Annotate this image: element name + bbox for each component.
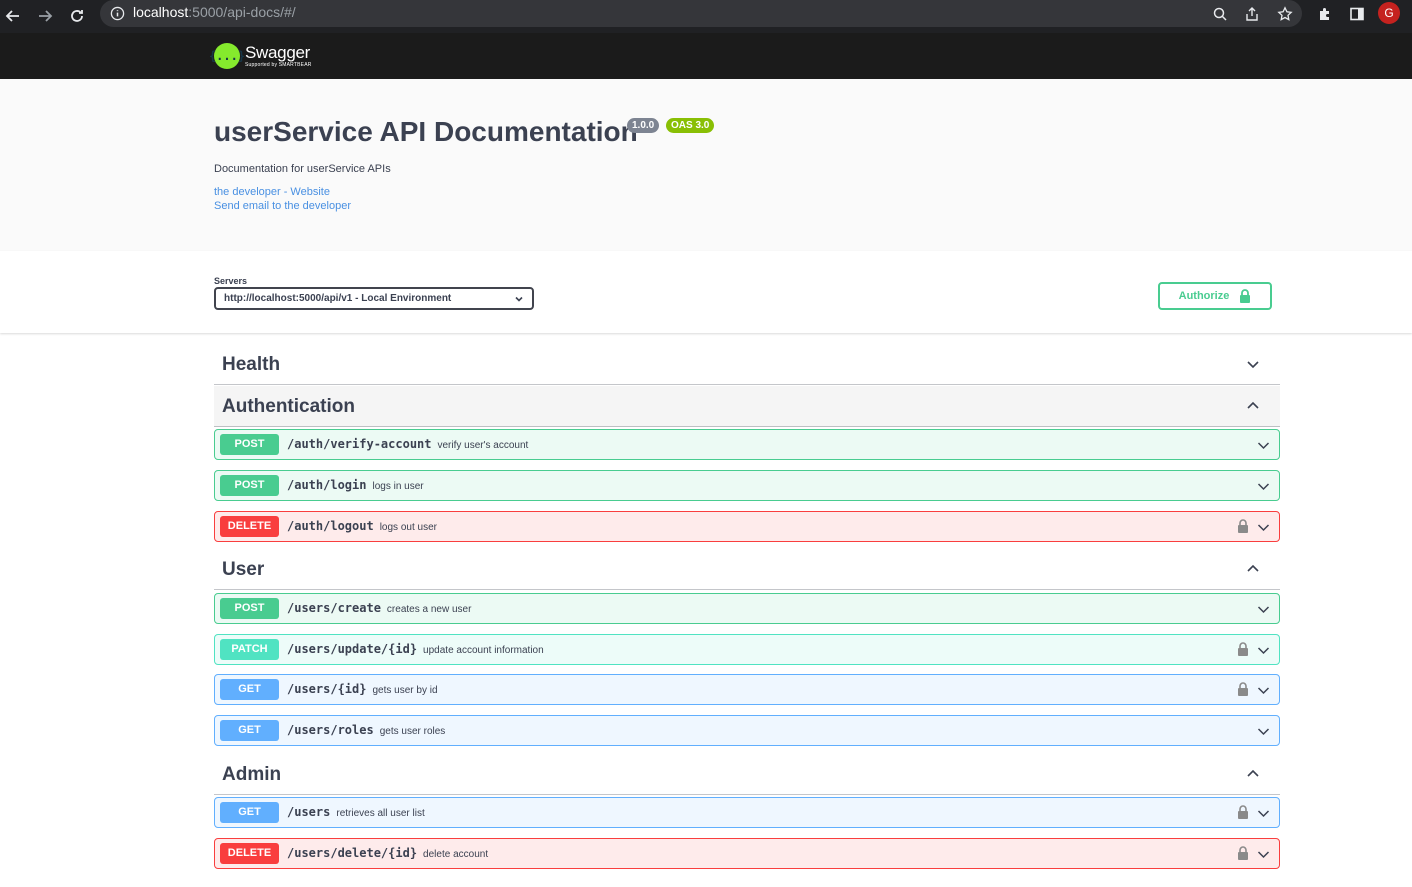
- logo-title: Swagger: [245, 43, 310, 62]
- operation-post-users-create[interactable]: POST /users/create creates a new user: [214, 593, 1280, 624]
- method-badge: DELETE: [220, 516, 279, 537]
- developer-email-link[interactable]: Send email to the developer: [214, 200, 351, 212]
- lock-icon[interactable]: [1237, 846, 1249, 860]
- operation-delete-users-delete[interactable]: DELETE /users/delete/{id} delete account: [214, 838, 1280, 869]
- swagger-logo-icon: {...}: [209, 43, 245, 69]
- operation-path: /auth/verify-account: [287, 437, 432, 451]
- method-badge: POST: [220, 475, 279, 496]
- operation-path: /users: [287, 805, 331, 819]
- chevron-down-icon[interactable]: [1257, 603, 1270, 616]
- operation-path: /users/create: [287, 601, 381, 615]
- chevron-down-icon[interactable]: [1257, 644, 1270, 657]
- operation-path: /auth/logout: [287, 519, 374, 533]
- share-icon[interactable]: [1242, 4, 1261, 23]
- chevron-up-icon[interactable]: [1246, 399, 1260, 413]
- lock-icon[interactable]: [1237, 642, 1249, 656]
- swagger-topbar: {...} Swagger Supported by SMARTBEAR: [0, 33, 1412, 79]
- operation-summary: logs in user: [372, 481, 424, 492]
- operation-path: /users/roles: [287, 723, 374, 737]
- operation-summary: gets user by id: [372, 685, 438, 696]
- oas-badge: OAS 3.0: [666, 118, 715, 133]
- servers-select[interactable]: http://localhost:5000/api/v1 - Local Env…: [214, 287, 534, 310]
- operation-get-users-id[interactable]: GET /users/{id} gets user by id: [214, 674, 1280, 705]
- tag-name: User: [222, 559, 265, 580]
- operation-summary: delete account: [423, 849, 489, 860]
- site-info-icon[interactable]: [110, 6, 125, 21]
- operation-summary: update account information: [423, 645, 544, 656]
- logo-subtitle: Supported by SMARTBEAR: [245, 62, 312, 68]
- operation-path: /users/delete/{id}: [287, 846, 418, 860]
- unlock-icon: [1240, 289, 1251, 303]
- tag-name: Health: [222, 354, 281, 375]
- method-badge: GET: [220, 720, 279, 741]
- tag-admin[interactable]: Admin: [214, 754, 1280, 795]
- chevron-down-icon: [515, 296, 523, 302]
- method-badge: DELETE: [220, 843, 279, 864]
- lock-icon[interactable]: [1237, 682, 1249, 696]
- chevron-down-icon[interactable]: [1257, 807, 1270, 820]
- zoom-icon[interactable]: [1210, 4, 1229, 23]
- tag-authentication[interactable]: Authentication: [214, 386, 1280, 427]
- browser-toolbar: localhost:5000/api-docs/#/ G: [0, 0, 1412, 33]
- lock-icon[interactable]: [1237, 805, 1249, 819]
- url-text[interactable]: localhost:5000/api-docs/#/: [133, 4, 296, 20]
- chevron-up-icon[interactable]: [1246, 767, 1260, 781]
- chevron-down-icon[interactable]: [1257, 684, 1270, 697]
- swagger-logo[interactable]: {...} Swagger Supported by SMARTBEAR: [209, 41, 312, 71]
- chevron-down-icon[interactable]: [1257, 725, 1270, 738]
- address-bar[interactable]: localhost:5000/api-docs/#/: [100, 0, 1302, 27]
- url-host: localhost: [133, 4, 189, 20]
- page-title: userService API Documentation: [214, 116, 638, 147]
- operation-post-auth-verify-account[interactable]: POST /auth/verify-account verify user's a…: [214, 429, 1280, 460]
- authorize-button[interactable]: Authorize: [1158, 282, 1272, 310]
- api-description: Documentation for userService APIs: [214, 163, 391, 175]
- tag-name: Authentication: [222, 396, 355, 417]
- operation-delete-auth-logout[interactable]: DELETE /auth/logout logs out user: [214, 511, 1280, 542]
- operation-post-auth-login[interactable]: POST /auth/login logs in user: [214, 470, 1280, 501]
- lock-icon[interactable]: [1237, 519, 1249, 533]
- forward-icon[interactable]: [32, 3, 58, 29]
- operation-summary: verify user's account: [437, 440, 529, 451]
- extensions-icon[interactable]: [1314, 3, 1336, 25]
- operation-path: /auth/login: [287, 478, 367, 492]
- chevron-down-icon[interactable]: [1257, 848, 1270, 861]
- operation-path: /users/{id}: [287, 682, 367, 696]
- info-section: [0, 79, 1412, 251]
- back-icon[interactable]: [0, 3, 26, 29]
- tag-health[interactable]: Health: [214, 344, 1280, 385]
- operation-get-users[interactable]: GET /users retrieves all user list: [214, 797, 1280, 828]
- chevron-up-icon[interactable]: [1246, 562, 1260, 576]
- method-badge: POST: [220, 434, 279, 455]
- reload-icon[interactable]: [64, 3, 90, 29]
- operation-summary: retrieves all user list: [336, 808, 425, 819]
- method-badge: PATCH: [220, 639, 279, 660]
- servers-selected-value: http://localhost:5000/api/v1 - Local Env…: [224, 293, 452, 304]
- tag-name: Admin: [222, 764, 282, 785]
- url-path: :5000/api-docs/#/: [188, 4, 296, 20]
- operation-patch-users-update[interactable]: PATCH /users/update/{id} update account i…: [214, 634, 1280, 665]
- chevron-down-icon[interactable]: [1257, 521, 1270, 534]
- profile-avatar[interactable]: G: [1378, 2, 1400, 24]
- operation-summary: logs out user: [379, 522, 437, 533]
- side-panel-icon[interactable]: [1346, 3, 1368, 25]
- chevron-down-icon[interactable]: [1257, 480, 1270, 493]
- operation-summary: creates a new user: [386, 604, 472, 615]
- authorize-label: Authorize: [1178, 290, 1230, 302]
- version-badge: 1.0.0: [627, 118, 660, 133]
- servers-label: Servers: [214, 276, 248, 286]
- method-badge: GET: [220, 802, 279, 823]
- chevron-down-icon[interactable]: [1257, 439, 1270, 452]
- method-badge: GET: [220, 679, 279, 700]
- developer-website-link[interactable]: the developer - Website: [214, 186, 330, 198]
- method-badge: POST: [220, 598, 279, 619]
- chevron-down-icon[interactable]: [1246, 357, 1260, 371]
- operation-get-users-roles[interactable]: GET /users/roles gets user roles: [214, 715, 1280, 746]
- operation-path: /users/update/{id}: [287, 642, 418, 656]
- operation-summary: gets user roles: [379, 726, 446, 737]
- bookmark-star-icon[interactable]: [1275, 4, 1294, 23]
- tag-user[interactable]: User: [214, 549, 1280, 590]
